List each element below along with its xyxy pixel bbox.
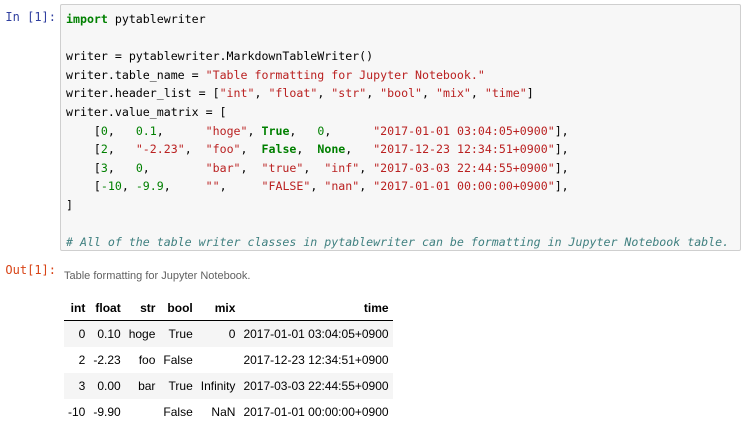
cell-bool: False xyxy=(163,353,193,367)
table-row: 2 -2.23 foo False 2017-12-23 12:34:51+09… xyxy=(64,347,393,373)
output-area: Table formatting for Jupyter Notebook. i… xyxy=(60,258,740,425)
cell-mix: 0 xyxy=(228,327,236,341)
cell-time: 2017-01-01 00:00:00+0900 xyxy=(243,405,389,419)
cell-time: 2017-03-03 22:44:55+0900 xyxy=(243,379,389,393)
output-table: int float str bool mix time 0 0.10 hoge … xyxy=(64,296,393,425)
cell-int: 3 xyxy=(78,379,86,393)
header-mix: mix xyxy=(196,296,240,321)
header-str: str xyxy=(124,296,160,321)
code-line: [2, "-2.23", "foo", False, None, "2017-1… xyxy=(66,142,569,157)
table-row: 0 0.10 hoge True 0 2017-01-01 03:04:05+0… xyxy=(64,320,393,347)
table-header-row: int float str bool mix time xyxy=(64,296,393,321)
cell-str xyxy=(125,399,160,425)
cell-int: 2 xyxy=(78,353,86,367)
output-prompt: Out[1]: xyxy=(5,263,56,277)
cell-str: hoge xyxy=(128,327,156,341)
cell-time: 2017-12-23 12:34:51+0900 xyxy=(243,353,389,367)
code-line: [3, 0, "bar", "true", "inf", "2017-03-03… xyxy=(66,160,569,175)
header-float: float xyxy=(89,296,125,321)
cell-int: -10 xyxy=(68,405,86,419)
code-line: [0, 0.1, "hoge", True, 0, "2017-01-01 03… xyxy=(66,123,569,138)
code-keyword-import: import xyxy=(66,12,108,26)
code-editor[interactable]: import pytablewriter writer = pytablewri… xyxy=(61,5,740,250)
table-row: -10 -9.90 False NaN 2017-01-01 00:00:00+… xyxy=(64,399,393,425)
code-line: writer.value_matrix = [ xyxy=(66,104,227,119)
cell-str: bar xyxy=(138,379,156,393)
header-time: time xyxy=(239,296,393,321)
code-cell[interactable]: import pytablewriter writer = pytablewri… xyxy=(60,4,741,251)
code-line: [-10, -9.9, "", "FALSE", "nan", "2017-01… xyxy=(66,179,569,194)
code-line: writer.table_name = "Table formatting fo… xyxy=(66,67,485,82)
cell-str: foo xyxy=(138,353,156,367)
code-comment: # All of the table writer classes in pyt… xyxy=(66,235,730,250)
cell-mix xyxy=(197,347,240,373)
cell-float: -2.23 xyxy=(93,353,121,367)
table-row: 3 0.00 bar True Infinity 2017-03-03 22:4… xyxy=(64,373,393,399)
cell-bool: True xyxy=(168,379,193,393)
code-line: writer.header_list = ["int", "float", "s… xyxy=(66,86,534,101)
code-line: import pytablewriter xyxy=(66,12,206,26)
code-line: ] xyxy=(66,197,73,212)
cell-bool: True xyxy=(168,327,193,341)
table-caption: Table formatting for Jupyter Notebook. xyxy=(64,270,251,282)
header-int: int xyxy=(64,296,90,321)
cell-bool: False xyxy=(163,405,193,419)
cell-time: 2017-01-01 03:04:05+0900 xyxy=(243,327,389,341)
cell-float: 0.00 xyxy=(97,379,121,393)
cell-float: 0.10 xyxy=(97,327,121,341)
input-prompt: In [1]: xyxy=(5,10,56,24)
cell-float: -9.90 xyxy=(93,405,121,419)
cell-mix: NaN xyxy=(211,405,236,419)
cell-int: 0 xyxy=(78,327,86,341)
code-line: writer = pytablewriter.MarkdownTableWrit… xyxy=(66,49,374,64)
cell-mix: Infinity xyxy=(200,379,236,393)
header-bool: bool xyxy=(159,296,197,321)
